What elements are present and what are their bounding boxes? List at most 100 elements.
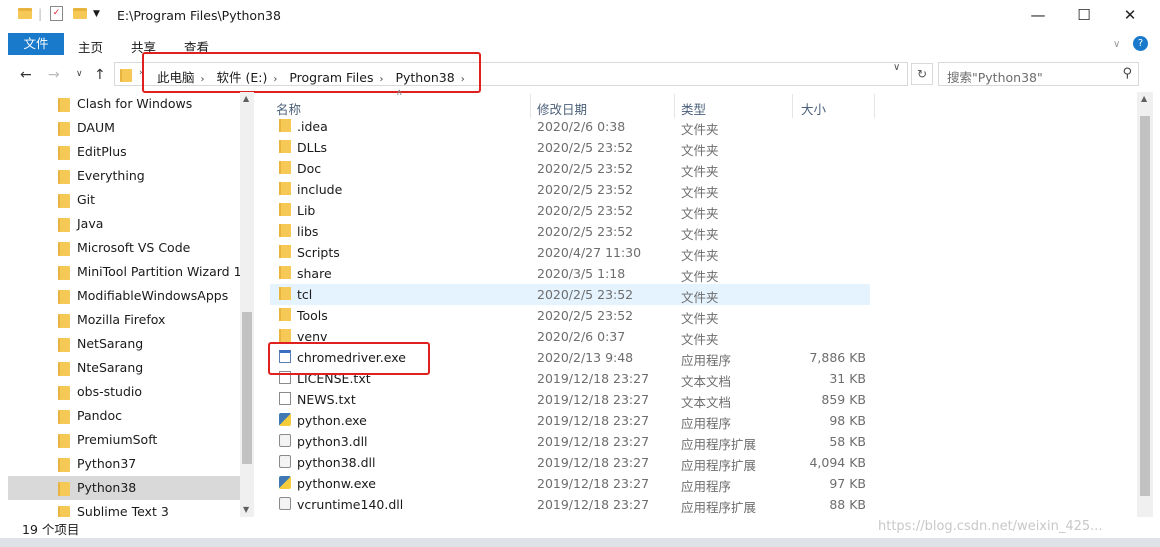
file-row[interactable]: vcruntime140.dll 2019/12/18 23:27 应用程序扩展 88…	[270, 494, 870, 515]
file-list: ∧ 名称 修改日期 类型 大小 .idea 2020/2/6 0:38 文件夹 DLL…	[262, 88, 1138, 517]
sidebar-item-label: Everything	[77, 168, 145, 183]
sidebar-item[interactable]: NetSarang	[8, 332, 240, 356]
column-divider[interactable]	[530, 94, 531, 118]
close-button[interactable]: ✕	[1107, 4, 1153, 28]
help-icon[interactable]: ?	[1133, 36, 1148, 51]
file-date: 2020/4/27 11:30	[537, 245, 642, 260]
file-row[interactable]: .idea 2020/2/6 0:38 文件夹	[270, 116, 870, 137]
tab-share[interactable]: 共享	[131, 37, 156, 56]
sidebar-item[interactable]: DAUM	[8, 116, 240, 140]
sidebar-item[interactable]: Sublime Text 3	[8, 500, 240, 517]
column-divider[interactable]	[792, 94, 793, 118]
sidebar-item[interactable]: EditPlus	[8, 140, 240, 164]
sidebar-item[interactable]: Python37	[8, 452, 240, 476]
file-row[interactable]: Scripts 2020/4/27 11:30 文件夹	[270, 242, 870, 263]
folder-icon	[58, 242, 70, 256]
file-row[interactable]: Tools 2020/2/5 23:52 文件夹	[270, 305, 870, 326]
column-divider[interactable]	[874, 94, 875, 118]
file-name: vcruntime140.dll	[297, 497, 404, 512]
dll-file-icon	[279, 497, 291, 510]
file-name: tcl	[297, 287, 313, 302]
customize-toolbar-icon[interactable]: ▼	[93, 9, 100, 19]
file-row[interactable]: NEWS.txt 2019/12/18 23:27 文本文档 859 KB	[270, 389, 870, 410]
file-row[interactable]: DLLs 2020/2/5 23:52 文件夹	[270, 137, 870, 158]
file-row[interactable]: python.exe 2019/12/18 23:27 应用程序 98 KB	[270, 410, 870, 431]
scroll-up-icon[interactable]: ▲	[1141, 94, 1147, 103]
folder-icon	[120, 69, 132, 82]
chevron-right-icon[interactable]: ›	[273, 74, 277, 85]
sidebar-item[interactable]: Pandoc	[8, 404, 240, 428]
file-size: 859 KB	[821, 392, 866, 407]
sidebar-item-label: Pandoc	[77, 408, 123, 423]
file-row[interactable]: share 2020/3/5 1:18 文件夹	[270, 263, 870, 284]
sidebar-item-label: EditPlus	[77, 144, 127, 159]
recent-locations-icon[interactable]: ∨	[76, 69, 83, 79]
sidebar-item[interactable]: Clash for Windows	[8, 92, 240, 116]
sidebar-item[interactable]: Mozilla Firefox	[8, 308, 240, 332]
up-arrow-icon[interactable]: ↑	[94, 67, 106, 83]
file-row[interactable]: python3.dll 2019/12/18 23:27 应用程序扩展 58 KB	[270, 431, 870, 452]
taskbar	[0, 538, 1160, 547]
sidebar-item[interactable]: Java	[8, 212, 240, 236]
sidebar-item[interactable]: NteSarang	[8, 356, 240, 380]
new-folder-icon[interactable]	[73, 8, 87, 19]
scroll-up-icon[interactable]: ▲	[243, 94, 249, 103]
properties-icon[interactable]: ✓	[50, 6, 63, 21]
search-box[interactable]: 搜索"Python38" ⚲	[938, 62, 1139, 86]
chevron-right-icon[interactable]: ›	[461, 74, 465, 85]
file-name: Lib	[297, 203, 316, 218]
address-bar[interactable]: › 此电脑 › 软件 (E:) › Program Files › Python38 ›	[114, 62, 908, 86]
sidebar-item[interactable]: Everything	[8, 164, 240, 188]
nav-scrollbar-thumb[interactable]	[242, 312, 252, 464]
back-arrow-icon[interactable]: ←	[20, 67, 32, 83]
file-row[interactable]: venv 2020/2/6 0:37 文件夹	[270, 326, 870, 347]
search-icon[interactable]: ⚲	[1122, 66, 1132, 81]
file-row[interactable]: libs 2020/2/5 23:52 文件夹	[270, 221, 870, 242]
sort-ascending-icon: ∧	[396, 88, 403, 98]
file-row[interactable]: python38.dll 2019/12/18 23:27 应用程序扩展 4,094 …	[270, 452, 870, 473]
file-row[interactable]: Doc 2020/2/5 23:52 文件夹	[270, 158, 870, 179]
sidebar-item[interactable]: Microsoft VS Code	[8, 236, 240, 260]
file-type: 应用程序	[681, 416, 732, 431]
address-dropdown-icon[interactable]: ∨	[893, 62, 900, 73]
chevron-right-icon[interactable]: ›	[379, 74, 383, 85]
breadcrumb-item-drive[interactable]: 软件 (E:)	[217, 67, 268, 86]
file-date: 2019/12/18 23:27	[537, 413, 650, 428]
file-row[interactable]: chromedriver.exe 2020/2/13 9:48 应用程序 7,886 …	[270, 347, 870, 368]
chevron-right-icon[interactable]: ›	[201, 74, 205, 85]
breadcrumb-item-python38[interactable]: Python38	[395, 70, 454, 85]
tab-file[interactable]: 文件	[8, 33, 64, 55]
refresh-icon[interactable]: ↻	[911, 63, 933, 85]
file-row[interactable]: tcl 2020/2/5 23:52 文件夹	[270, 284, 870, 305]
tab-view[interactable]: 查看	[184, 37, 209, 56]
breadcrumb-item-this-pc[interactable]: 此电脑	[157, 67, 195, 86]
sidebar-item[interactable]: Python38	[8, 476, 240, 500]
scroll-down-icon[interactable]: ▼	[243, 505, 249, 514]
file-row[interactable]: LICENSE.txt 2019/12/18 23:27 文本文档 31 KB	[270, 368, 870, 389]
file-row[interactable]: include 2020/2/5 23:52 文件夹	[270, 179, 870, 200]
file-date: 2020/3/5 1:18	[537, 266, 626, 281]
sidebar-item[interactable]: obs-studio	[8, 380, 240, 404]
file-row[interactable]: Lib 2020/2/5 23:52 文件夹	[270, 200, 870, 221]
maximize-button[interactable]: ☐	[1061, 4, 1107, 28]
minimize-button[interactable]: —	[1015, 4, 1061, 28]
file-size: 98 KB	[829, 413, 866, 428]
forward-arrow-icon[interactable]: →	[48, 67, 60, 83]
search-input[interactable]: 搜索"Python38"	[947, 67, 1043, 86]
column-divider[interactable]	[674, 94, 675, 118]
sidebar-item-label: Python38	[77, 480, 137, 495]
breadcrumb-item-program-files[interactable]: Program Files	[289, 70, 373, 85]
tab-home[interactable]: 主页	[78, 37, 103, 56]
expand-ribbon-icon[interactable]: ∨	[1113, 39, 1120, 50]
file-date: 2019/12/18 23:27	[537, 476, 650, 491]
sidebar-item[interactable]: PremiumSoft	[8, 428, 240, 452]
sidebar-item[interactable]: Git	[8, 188, 240, 212]
file-size: 31 KB	[829, 371, 866, 386]
file-row[interactable]: pythonw.exe 2019/12/18 23:27 应用程序 97 KB	[270, 473, 870, 494]
file-date: 2020/2/5 23:52	[537, 182, 634, 197]
file-list-scrollbar-thumb[interactable]	[1140, 116, 1150, 496]
file-type: 文件夹	[681, 185, 719, 200]
file-name: venv	[297, 329, 328, 344]
sidebar-item[interactable]: ModifiableWindowsApps	[8, 284, 240, 308]
sidebar-item[interactable]: MiniTool Partition Wizard 1	[8, 260, 242, 284]
